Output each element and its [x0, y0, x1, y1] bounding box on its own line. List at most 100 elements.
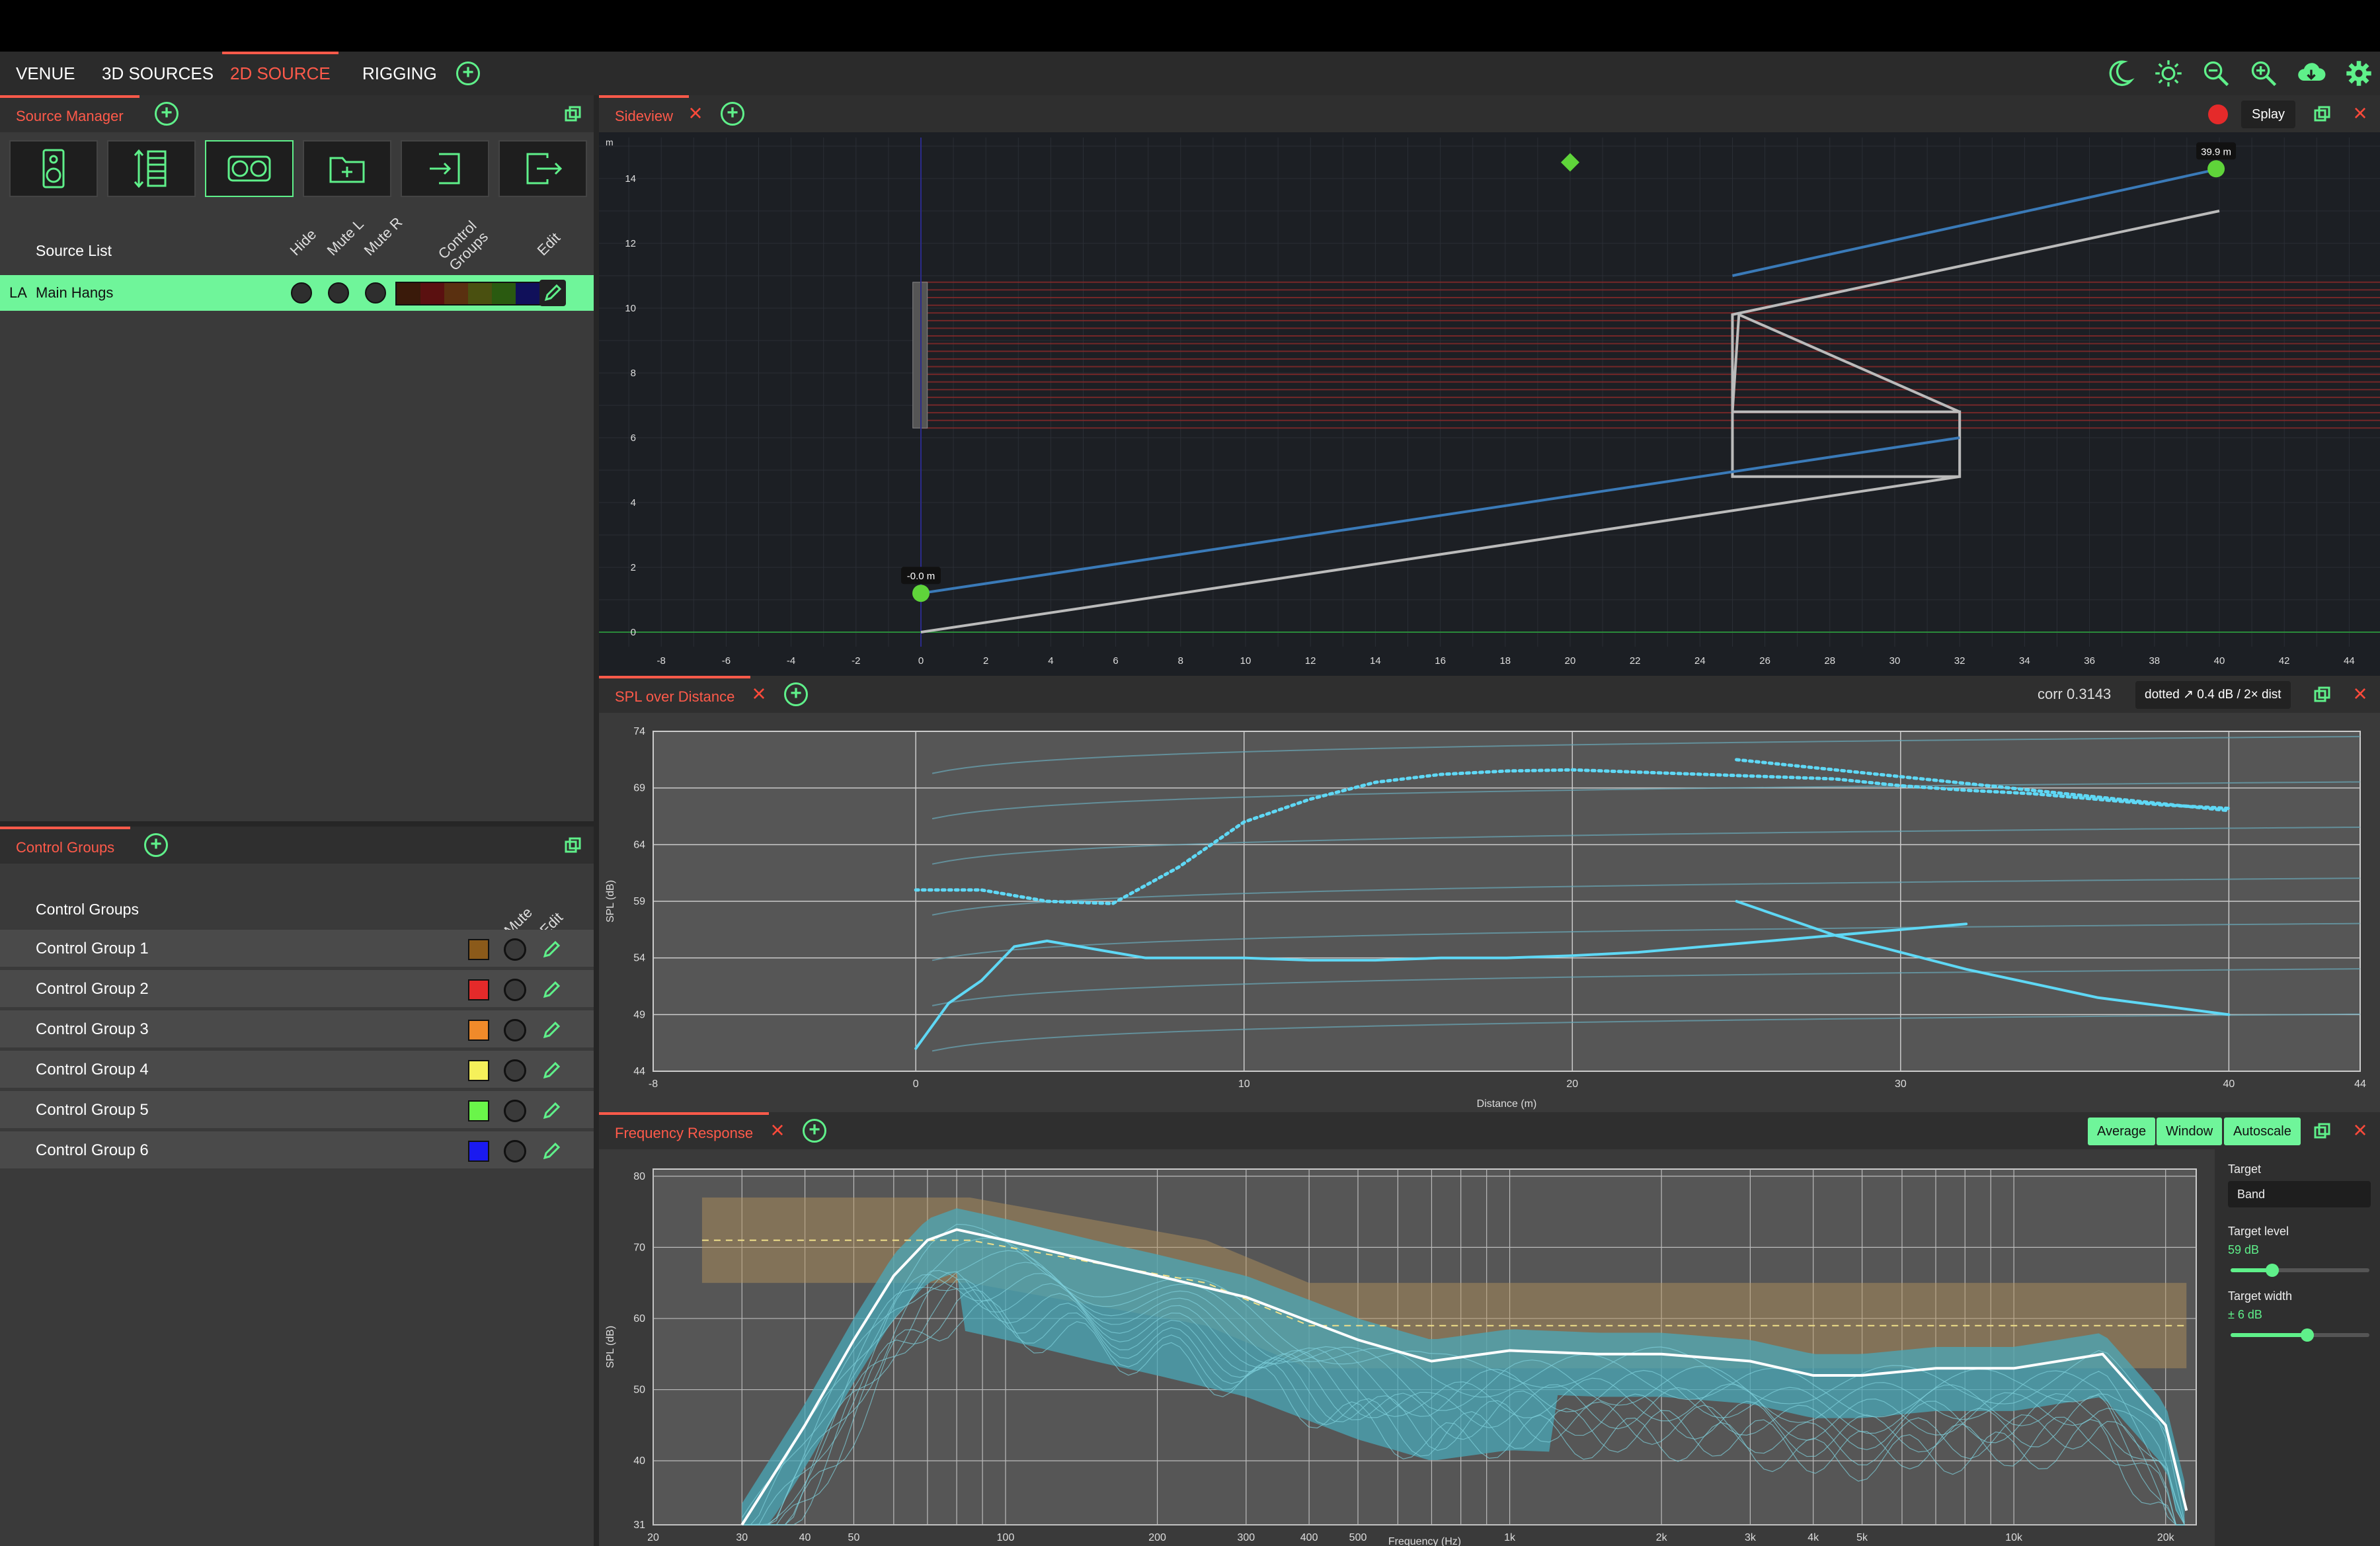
- target-select[interactable]: Band: [2228, 1181, 2371, 1207]
- popout-icon[interactable]: [2313, 1121, 2332, 1141]
- control-group-row[interactable]: Control Group 5: [0, 1091, 594, 1129]
- close-icon[interactable]: ×: [2351, 101, 2369, 125]
- control-group-color[interactable]: [468, 1060, 489, 1081]
- close-icon[interactable]: ×: [686, 101, 705, 125]
- popout-icon[interactable]: [563, 104, 583, 124]
- control-group-swatch[interactable]: [468, 283, 492, 304]
- target-level-label: Target level: [2228, 1225, 2289, 1238]
- control-group-color[interactable]: [468, 1141, 489, 1162]
- popout-icon[interactable]: [2313, 685, 2332, 705]
- y-axis-label: SPL (dB): [605, 880, 616, 922]
- popout-icon[interactable]: [2313, 104, 2332, 124]
- add-panel-icon[interactable]: +: [721, 102, 744, 126]
- mute-r-toggle[interactable]: [365, 282, 386, 304]
- tab-3d-sources[interactable]: 3D SOURCES: [94, 52, 221, 95]
- slider-knob[interactable]: [2300, 1328, 2314, 1342]
- mute-toggle[interactable]: [504, 1140, 526, 1162]
- pencil-icon[interactable]: [541, 1059, 563, 1081]
- hide-toggle[interactable]: [291, 282, 312, 304]
- window-button[interactable]: Window: [2157, 1118, 2223, 1145]
- edit-source-button[interactable]: [539, 280, 566, 306]
- pencil-icon[interactable]: [541, 1018, 563, 1041]
- pencil-icon[interactable]: [541, 938, 563, 960]
- tab-venue[interactable]: VENUE: [8, 52, 83, 95]
- add-speaker-button[interactable]: [9, 140, 98, 197]
- close-icon[interactable]: ×: [2351, 1118, 2369, 1142]
- add-panel-icon[interactable]: +: [803, 1119, 826, 1143]
- target-width-value: ± 6 dB: [2228, 1308, 2262, 1321]
- marker-label: -0.0 m: [907, 571, 935, 582]
- target-width-slider[interactable]: [2231, 1328, 2369, 1342]
- freq-header: Frequency Response × + Average Window Au…: [599, 1112, 2380, 1149]
- sun-icon[interactable]: [2154, 59, 2183, 88]
- mute-toggle[interactable]: [504, 1019, 526, 1041]
- control-group-swatch[interactable]: [444, 283, 468, 304]
- mute-toggle[interactable]: [504, 1059, 526, 1082]
- source-row-main-hangs[interactable]: LA Main Hangs: [0, 275, 594, 311]
- mute-toggle[interactable]: [504, 1100, 526, 1122]
- splay-button[interactable]: Splay: [2241, 101, 2296, 128]
- import-icon: [430, 153, 460, 184]
- cloud-download-icon[interactable]: [2297, 59, 2326, 88]
- popout-icon[interactable]: [563, 836, 583, 856]
- control-group-color[interactable]: [468, 979, 489, 1000]
- add-panel-icon[interactable]: +: [784, 682, 808, 706]
- mute-l-toggle[interactable]: [328, 282, 349, 304]
- record-icon[interactable]: [2208, 104, 2228, 124]
- source-list-header: Source List: [36, 242, 112, 259]
- mute-toggle[interactable]: [504, 979, 526, 1001]
- pencil-icon[interactable]: [541, 1139, 563, 1162]
- control-group-row[interactable]: Control Group 4: [0, 1051, 594, 1089]
- folder-add-icon: [329, 157, 365, 183]
- panel-splitter[interactable]: [594, 95, 599, 1546]
- spl-chart[interactable]: -8 0 10 20 30 40 44 44 49 54 59 64 69 74 Distance (m) S…: [599, 713, 2380, 1112]
- source-manager-title: Source Manager: [0, 95, 139, 132]
- control-group-color[interactable]: [468, 1020, 489, 1041]
- pencil-icon[interactable]: [541, 1099, 563, 1121]
- tick-label: 0: [918, 655, 924, 667]
- average-button[interactable]: Average: [2088, 1118, 2156, 1145]
- sideview-chart[interactable]: -0.0 m39.9 m-8 -6 -4 -2 0 2 4 6 8 10 12 14 16 18 20 22 2…: [599, 132, 2380, 676]
- control-group-swatch[interactable]: [516, 283, 539, 304]
- close-icon[interactable]: ×: [2351, 682, 2369, 706]
- import-button[interactable]: [401, 140, 489, 197]
- control-group-row[interactable]: Control Group 2: [0, 970, 594, 1008]
- add-panel-icon[interactable]: +: [155, 102, 178, 126]
- gear-icon[interactable]: [2344, 59, 2373, 88]
- add-array-button[interactable]: [107, 140, 196, 197]
- control-group-row[interactable]: Control Group 3: [0, 1010, 594, 1049]
- control-group-swatch[interactable]: [492, 283, 516, 304]
- freq-chart[interactable]: 31 40 50 60 70 80 20 30 40 50 100 200 300 400 500 1k 2k 3…: [599, 1149, 2215, 1546]
- mute-toggle[interactable]: [504, 938, 526, 961]
- control-group-swatches[interactable]: [395, 282, 541, 305]
- tick-label: 40: [633, 1455, 645, 1467]
- close-icon[interactable]: ×: [750, 682, 768, 706]
- export-button[interactable]: [498, 140, 587, 197]
- pencil-icon[interactable]: [541, 978, 563, 1000]
- slider-knob[interactable]: [2266, 1264, 2279, 1277]
- right-panel: Sideview × + Splay × -0.0 m 39.9 m -8 -6 -4 -…: [599, 95, 2380, 1546]
- tick-label: 1k: [1504, 1532, 1516, 1543]
- target-panel: Target Band Target level 59 dB Target wi…: [2215, 1149, 2380, 1546]
- control-group-color[interactable]: [468, 939, 489, 960]
- close-icon[interactable]: ×: [768, 1118, 787, 1142]
- tab-rigging[interactable]: RIGGING: [354, 52, 445, 95]
- add-folder-button[interactable]: [303, 140, 391, 197]
- control-group-color[interactable]: [468, 1100, 489, 1121]
- zoom-in-icon[interactable]: [2249, 59, 2278, 88]
- add-panel-icon[interactable]: +: [144, 833, 168, 857]
- slider-fill: [2231, 1333, 2307, 1337]
- control-group-swatch[interactable]: [420, 283, 444, 304]
- control-group-swatch[interactable]: [397, 283, 420, 304]
- zoom-out-icon[interactable]: [2202, 59, 2231, 88]
- add-tab-icon[interactable]: +: [456, 61, 480, 85]
- target-level-slider[interactable]: [2231, 1264, 2369, 1277]
- control-group-row[interactable]: Control Group 6: [0, 1131, 594, 1170]
- tick-label: 12: [625, 238, 636, 249]
- control-group-row[interactable]: Control Group 1: [0, 930, 594, 968]
- tick-label: 36: [2084, 655, 2095, 667]
- autoscale-button[interactable]: Autoscale: [2224, 1118, 2301, 1145]
- tab-2d-source[interactable]: 2D SOURCE: [222, 52, 338, 95]
- add-sub-array-button[interactable]: [205, 140, 294, 197]
- moon-icon[interactable]: [2106, 59, 2135, 88]
